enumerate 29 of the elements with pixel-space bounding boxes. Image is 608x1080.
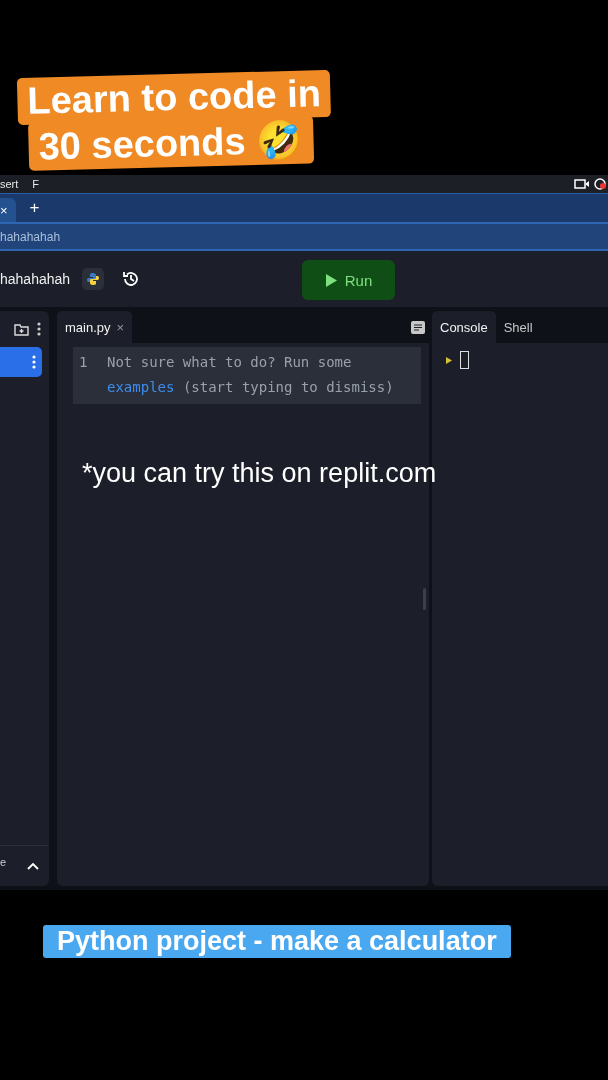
examples-link[interactable]: examples	[107, 379, 175, 395]
address-bar[interactable]: hahahahah	[0, 222, 608, 251]
console-tab[interactable]: Console	[432, 311, 496, 343]
chevron-up-icon[interactable]	[27, 862, 39, 870]
close-icon[interactable]: ×	[116, 319, 125, 335]
overlay-caption: *you can try this on replit.com	[82, 458, 437, 489]
bottom-caption: Python project - make a calculator	[43, 925, 511, 958]
text-cursor	[460, 351, 469, 369]
menu-item[interactable]: sert	[0, 178, 19, 190]
history-icon[interactable]	[122, 270, 141, 288]
prompt-icon	[446, 356, 452, 364]
play-icon	[324, 273, 337, 287]
more-icon[interactable]	[32, 355, 36, 369]
more-icon[interactable]	[37, 322, 41, 336]
new-tab-button[interactable]: +	[29, 198, 40, 218]
record-icon	[594, 178, 606, 190]
browser-tab[interactable]: ×	[0, 198, 16, 222]
camera-icon	[574, 178, 590, 190]
run-button[interactable]: Run	[302, 260, 395, 300]
close-icon[interactable]: ×	[0, 202, 8, 218]
line-number: 1	[79, 353, 89, 372]
file-tab[interactable]: main.py ×	[57, 311, 133, 343]
format-icon[interactable]	[411, 320, 425, 334]
hint-text: Not sure what to do? Run some examples (start typing to dismiss)	[107, 353, 395, 397]
menu-item[interactable]: F	[32, 178, 40, 190]
folder-plus-icon[interactable]	[14, 322, 29, 336]
project-name: hahahahah	[0, 271, 71, 287]
footer-label: e	[0, 856, 7, 868]
python-icon	[82, 268, 105, 290]
